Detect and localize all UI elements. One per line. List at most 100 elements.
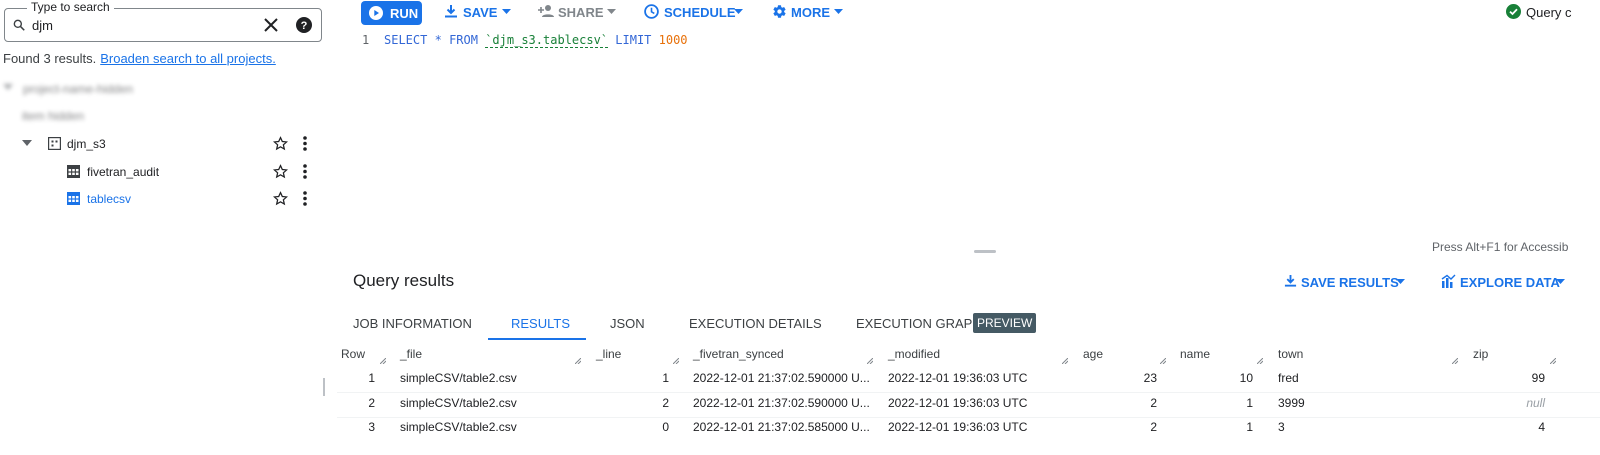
save-results-button[interactable]: SAVE RESULTS xyxy=(1284,274,1406,291)
results-title: Query results xyxy=(353,271,455,290)
star-icon[interactable] xyxy=(273,136,288,151)
sql-star: * xyxy=(434,33,442,47)
tree-project-label: project-name-hidden xyxy=(23,82,134,96)
save-icon xyxy=(444,4,458,19)
cell-zip-null: null xyxy=(1526,396,1545,410)
cell-modified: 2022-12-01 19:36:03 UTC xyxy=(888,371,1028,385)
cell-line: 2 xyxy=(662,396,669,410)
explore-data-button[interactable]: EXPLORE DATA xyxy=(1441,274,1600,291)
more-vert-icon[interactable] xyxy=(303,136,307,151)
query-status-text: Query c xyxy=(1526,5,1572,20)
cell-name: 1 xyxy=(1246,420,1253,434)
more-label: MORE xyxy=(791,5,830,20)
cell-town: 3999 xyxy=(1278,396,1305,410)
tab-execution-graph[interactable]: EXECUTION GRAPH xyxy=(856,316,982,331)
tree-row-table-selected[interactable]: tablecsv xyxy=(67,191,322,206)
found-count-text: Found 3 results. xyxy=(3,51,97,66)
star-icon[interactable] xyxy=(273,164,288,179)
column-resize-handle-icon[interactable] xyxy=(673,358,679,364)
tab-results[interactable]: RESULTS xyxy=(511,316,570,331)
column-header-town: town xyxy=(1278,347,1304,361)
column-resize-handle-icon[interactable] xyxy=(1160,358,1166,364)
column-resize-handle-icon[interactable] xyxy=(1062,358,1068,364)
table-row[interactable]: 1 simpleCSV/table2.csv 1 2022-12-01 21:3… xyxy=(337,369,1600,393)
tree-row-dataset[interactable]: djm_s3 xyxy=(22,136,322,151)
column-header-zip: zip xyxy=(1473,347,1489,361)
cell-file: simpleCSV/table2.csv xyxy=(400,371,517,385)
save-button[interactable]: SAVE xyxy=(444,5,512,21)
table-label: tablecsv xyxy=(87,192,132,206)
editor-resize-handle[interactable] xyxy=(974,250,996,253)
column-resize-handle-icon[interactable] xyxy=(1550,358,1556,364)
line-number: 1 xyxy=(362,33,370,47)
chart-icon xyxy=(1441,274,1456,288)
dataset-label: djm_s3 xyxy=(67,137,106,151)
sql-editor-line[interactable]: SELECT * FROM `djm_s3.tablecsv` LIMIT 10… xyxy=(384,33,688,48)
sql-keyword: FROM xyxy=(449,33,478,47)
cell-row-number: 2 xyxy=(368,396,375,410)
dataset-icon xyxy=(48,137,61,150)
schedule-button[interactable]: SCHEDULE xyxy=(644,4,744,21)
schedule-label: SCHEDULE xyxy=(664,5,736,20)
preview-badge: PREVIEW xyxy=(973,313,1037,333)
more-button[interactable]: MORE xyxy=(772,5,844,21)
download-icon xyxy=(1284,274,1297,288)
cell-age: 2 xyxy=(1150,396,1157,410)
chevron-down-icon xyxy=(502,9,511,14)
share-button[interactable]: SHARE xyxy=(538,5,616,21)
chevron-down-icon xyxy=(1396,279,1405,284)
column-header-fivetran-synced: _fivetran_synced xyxy=(693,347,784,361)
panel-resize-handle[interactable] xyxy=(323,378,325,396)
chevron-down-icon xyxy=(1556,279,1565,284)
broaden-search-link[interactable]: Broaden search to all projects. xyxy=(100,51,276,66)
clear-search-icon[interactable] xyxy=(264,18,278,32)
tab-execution-details[interactable]: EXECUTION DETAILS xyxy=(689,316,822,331)
cell-row-number: 1 xyxy=(368,371,375,385)
column-resize-handle-icon[interactable] xyxy=(575,358,581,364)
cell-file: simpleCSV/table2.csv xyxy=(400,420,517,434)
column-header-line: _line xyxy=(596,347,622,361)
column-resize-handle-icon[interactable] xyxy=(1257,358,1263,364)
cell-modified: 2022-12-01 19:36:03 UTC xyxy=(888,420,1028,434)
cell-modified: 2022-12-01 19:36:03 UTC xyxy=(888,396,1028,410)
table-icon xyxy=(67,165,80,178)
share-label: SHARE xyxy=(558,5,604,20)
sql-number: 1000 xyxy=(658,33,688,47)
table-row[interactable]: 3 simpleCSV/table2.csv 0 2022-12-01 21:3… xyxy=(337,418,1600,442)
table-label: fivetran_audit xyxy=(87,165,160,179)
more-vert-icon[interactable] xyxy=(303,164,307,179)
save-results-label: SAVE RESULTS xyxy=(1301,275,1399,290)
table-row[interactable]: 2 simpleCSV/table2.csv 2 2022-12-01 21:3… xyxy=(337,394,1600,418)
star-icon[interactable] xyxy=(273,191,288,206)
sql-keyword: SELECT xyxy=(384,33,428,47)
column-resize-handle-icon[interactable] xyxy=(380,358,386,364)
search-input[interactable] xyxy=(32,16,252,34)
tab-json[interactable]: JSON xyxy=(610,316,645,331)
sql-table-reference[interactable]: `djm_s3.tablecsv` xyxy=(485,33,609,48)
tab-job-information[interactable]: JOB INFORMATION xyxy=(353,316,472,331)
cell-fivetran-synced: 2022-12-01 21:37:02.585000 U... xyxy=(693,420,870,434)
table-icon xyxy=(67,192,80,205)
cell-name: 1 xyxy=(1246,396,1253,410)
column-resize-handle-icon[interactable] xyxy=(867,358,873,364)
cell-line: 1 xyxy=(662,371,669,385)
cell-row-number: 3 xyxy=(368,420,375,434)
cell-file: simpleCSV/table2.csv xyxy=(400,396,517,410)
run-button[interactable]: RUN xyxy=(361,1,422,25)
row-divider xyxy=(337,392,1600,393)
column-resize-handle-icon[interactable] xyxy=(1452,358,1458,364)
save-label: SAVE xyxy=(463,5,498,20)
check-circle-icon xyxy=(1506,4,1521,19)
expand-caret-icon[interactable] xyxy=(22,140,32,148)
gear-icon xyxy=(772,4,787,19)
cell-age: 23 xyxy=(1143,371,1157,385)
help-icon[interactable]: ? xyxy=(296,17,312,33)
tree-row-table[interactable]: fivetran_audit xyxy=(67,164,322,179)
cell-name: 10 xyxy=(1239,371,1253,385)
cell-age: 2 xyxy=(1150,420,1157,434)
sql-keyword: LIMIT xyxy=(615,33,652,47)
more-vert-icon[interactable] xyxy=(303,191,307,206)
chevron-down-icon xyxy=(607,9,616,14)
run-label: RUN xyxy=(390,6,419,21)
column-header-file: _file xyxy=(400,347,423,361)
